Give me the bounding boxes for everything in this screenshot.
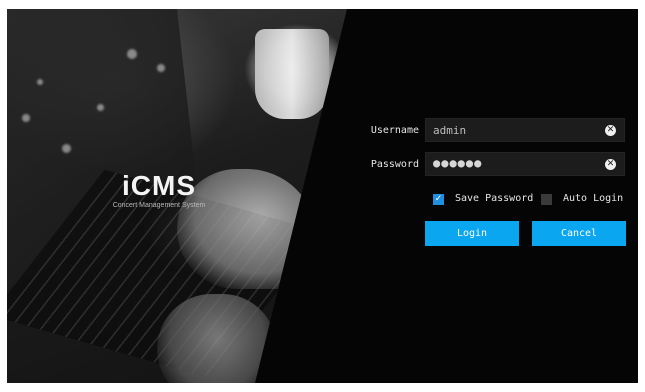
coffee-cup bbox=[255, 29, 329, 119]
login-button[interactable]: Login bbox=[425, 221, 519, 246]
clear-username-icon[interactable]: ✕ bbox=[605, 125, 616, 136]
clear-password-icon[interactable]: ✕ bbox=[605, 159, 616, 170]
save-password-checkbox[interactable]: ✓ bbox=[433, 194, 444, 205]
bokeh-light bbox=[62, 144, 71, 153]
background-photo: iCMS Concert Management System bbox=[7, 9, 347, 383]
bokeh-light bbox=[97, 104, 104, 111]
login-window: iCMS Concert Management System Username … bbox=[7, 9, 638, 383]
cancel-button[interactable]: Cancel bbox=[532, 221, 626, 246]
save-password-label[interactable]: Save Password bbox=[455, 193, 533, 204]
brand-subtitle: Concert Management System bbox=[112, 202, 206, 209]
username-field[interactable]: admin ✕ bbox=[425, 118, 625, 142]
password-label: Password bbox=[370, 159, 419, 170]
auto-login-checkbox[interactable] bbox=[541, 194, 552, 205]
username-label: Username bbox=[370, 125, 419, 136]
brand-title: iCMS bbox=[122, 170, 196, 201]
bokeh-light bbox=[157, 64, 165, 72]
bokeh-light bbox=[37, 79, 43, 85]
auto-login-label[interactable]: Auto Login bbox=[563, 193, 623, 204]
password-value[interactable]: ●●●●●● bbox=[433, 156, 482, 170]
username-value[interactable]: admin bbox=[433, 124, 466, 137]
hand-image bbox=[157, 294, 277, 383]
brand-logo: iCMS Concert Management System bbox=[99, 171, 219, 211]
bokeh-light bbox=[127, 49, 137, 59]
password-field[interactable]: ●●●●●● ✕ bbox=[425, 152, 625, 176]
bokeh-light bbox=[22, 114, 30, 122]
